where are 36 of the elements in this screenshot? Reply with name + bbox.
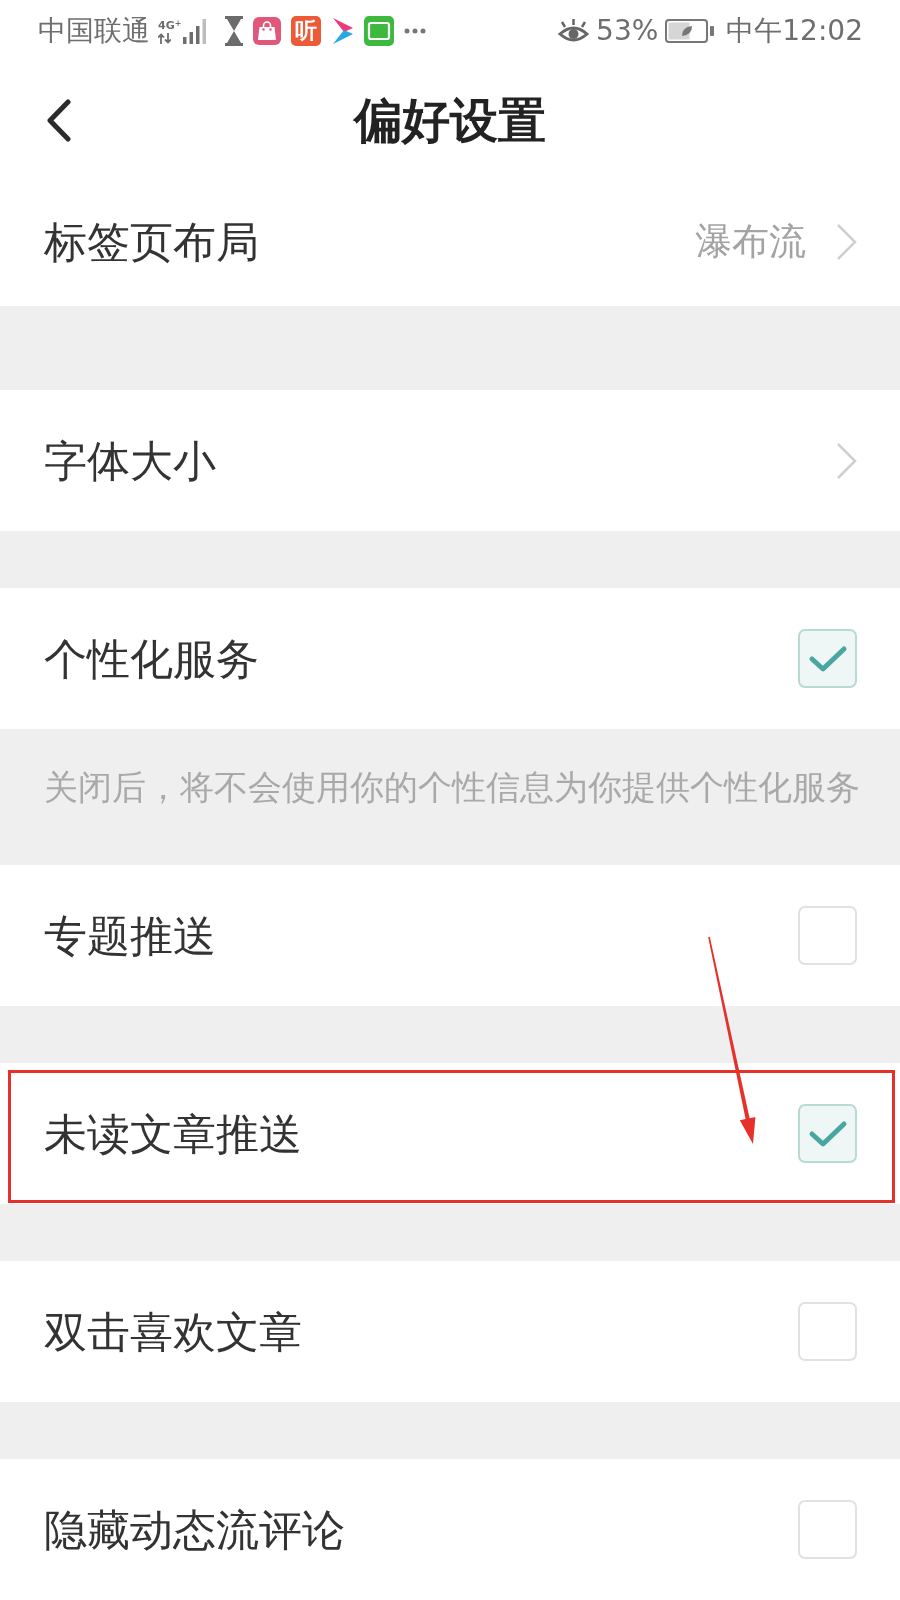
- app-tile: 听: [291, 16, 322, 46]
- checkbox[interactable]: [798, 629, 857, 688]
- network-type-label: 4G$^{+}$: [158, 20, 182, 31]
- carrier-name: 中国联通: [38, 14, 150, 48]
- setting-label: 未读文章推送: [44, 1107, 302, 1160]
- chevron-right-icon: [836, 223, 857, 261]
- screen-tile-icon: [364, 16, 395, 46]
- chevron-right-icon: [836, 441, 857, 480]
- checkmark-icon: [807, 1118, 848, 1149]
- setting-label: 双击喜欢文章: [44, 1305, 302, 1358]
- settings-row[interactable]: 标签页布局 瀑布流: [0, 178, 900, 306]
- signal-icon: [183, 18, 208, 44]
- checkbox[interactable]: [798, 1302, 857, 1361]
- shopping-bag-icon: [253, 17, 282, 45]
- battery-percent: 53%: [596, 14, 659, 48]
- settings-row[interactable]: 字体大小: [0, 390, 900, 531]
- setting-label: 个性化服务: [44, 632, 259, 685]
- setting-value: 瀑布流: [695, 219, 806, 265]
- back-icon: [46, 98, 72, 142]
- page-title: 偏好设置: [354, 91, 546, 149]
- checkbox[interactable]: [798, 1104, 857, 1163]
- setting-label: 标签页布局: [44, 216, 259, 268]
- setting-note: 关闭后，将不会使用你的个性信息为你提供个性化服务: [44, 767, 860, 809]
- setting-label: 字体大小: [44, 434, 216, 487]
- checkbox[interactable]: [798, 906, 857, 965]
- eye-icon: [558, 19, 590, 43]
- checkmark-icon: [807, 643, 848, 674]
- clock-time: 中午12:02: [726, 14, 863, 48]
- more-dots-icon: [404, 28, 427, 34]
- data-arrows-icon: [158, 33, 171, 44]
- checkbox[interactable]: [798, 1500, 857, 1559]
- setting-label: 专题推送: [44, 909, 216, 962]
- setting-label: 隐藏动态流评论: [44, 1503, 345, 1556]
- play-icon: [331, 17, 355, 45]
- hourglass-icon: [225, 16, 244, 46]
- battery-icon: [665, 19, 716, 43]
